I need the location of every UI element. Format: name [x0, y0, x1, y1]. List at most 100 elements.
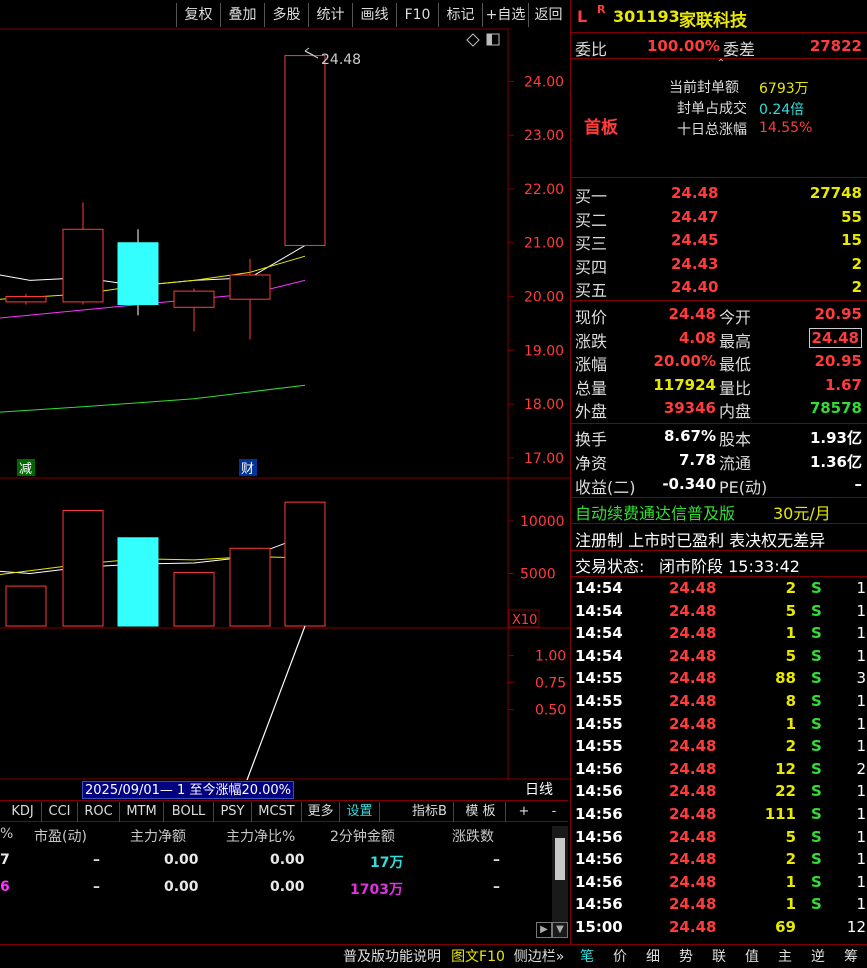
tick-price: 24.48	[669, 895, 717, 914]
chart-corner-icons[interactable]	[466, 33, 500, 47]
col-change-count[interactable]: 涨跌数	[452, 826, 494, 846]
table-row[interactable]: 7 – 0.00 0.00 17万 –	[0, 852, 545, 874]
tab-mcst[interactable]: MCST	[252, 802, 302, 822]
tab-settings[interactable]: 设置	[340, 802, 380, 822]
bid-row[interactable]: 买一 24.48 27748	[571, 182, 867, 206]
tab-roc[interactable]: ROC	[78, 802, 120, 822]
seal-amount-label: 当前封单额	[669, 80, 739, 96]
indicator-tick-label: 0.50	[535, 703, 566, 719]
tab-ticks[interactable]: 笔	[572, 947, 602, 967]
col-pct[interactable]: %	[0, 826, 13, 842]
list-item[interactable]: 14:55 24.48 8 S 1	[571, 691, 867, 713]
list-item[interactable]: 14:56 24.48 2 S 1	[571, 849, 867, 871]
price-tick-label: 24.00	[524, 74, 564, 90]
list-item[interactable]: 14:56 24.48 111 S 1	[571, 804, 867, 826]
list-item[interactable]: 14:54 24.48 5 S 1	[571, 646, 867, 668]
bid-row[interactable]: 买五 24.40 2	[571, 276, 867, 300]
tab-template[interactable]: 模 板	[456, 802, 506, 822]
tick-price: 24.48	[669, 872, 717, 891]
weicha-value: 27822	[809, 37, 862, 55]
list-item[interactable]: 14:54 24.48 5 S 1	[571, 601, 867, 623]
fuquan-button[interactable]: 复权	[176, 3, 220, 27]
tab-reverse[interactable]: 逆	[803, 947, 833, 967]
list-item[interactable]: 14:56 24.48 22 S 1	[571, 781, 867, 803]
scroll-down-icon[interactable]: ▼	[552, 922, 568, 938]
table-row[interactable]: 6 – 0.00 0.00 1703万 –	[0, 879, 545, 901]
list-item[interactable]: 14:55 24.48 2 S 1	[571, 736, 867, 758]
stat-row: 涨幅 20.00% 最低 20.95	[571, 350, 867, 374]
indicator-line	[246, 625, 306, 780]
tab-kdj[interactable]: KDJ	[4, 802, 42, 822]
stat-value: 1.67	[824, 375, 862, 394]
tab-link[interactable]: 联	[704, 947, 734, 967]
sidebar-toggle[interactable]: 侧边栏»	[508, 947, 570, 967]
add-watchlist-button[interactable]: +自选	[482, 3, 528, 27]
tab-minus[interactable]: -	[542, 802, 566, 822]
tick-price: 24.48	[669, 669, 717, 688]
state-value: 闭市阶段 15:33:42	[659, 557, 800, 576]
tick-time: 14:56	[575, 782, 623, 801]
bottom-bar: 普及版功能说明 图文F10 侧边栏» 笔 价 细 势 联 值 主 逆 筹	[0, 944, 867, 968]
tab-indicator-b[interactable]: 指标B	[406, 802, 454, 822]
scroll-right-icon[interactable]: ▶	[536, 922, 552, 938]
volume-bar	[229, 547, 271, 627]
mark-button[interactable]: 标记	[438, 3, 482, 27]
tab-cci[interactable]: CCI	[42, 802, 78, 822]
list-item[interactable]: 14:56 24.48 1 S 1	[571, 872, 867, 894]
bid-label: 买二	[575, 210, 608, 230]
bid-label: 买五	[575, 281, 608, 300]
scrollbar-thumb[interactable]	[555, 838, 565, 880]
list-item[interactable]: 14:56 24.48 5 S 1	[571, 827, 867, 849]
statistics-button[interactable]: 统计	[308, 3, 352, 27]
event-markers[interactable]: 减 财	[17, 459, 257, 477]
bid-row[interactable]: 买三 24.45 15	[571, 229, 867, 253]
row-change: –	[493, 852, 500, 868]
multi-stock-button[interactable]: 多股	[264, 3, 308, 27]
reduce-marker-label: 减	[19, 462, 32, 477]
tab-mtm[interactable]: MTM	[120, 802, 164, 822]
f10-text-link[interactable]: 图文F10	[448, 947, 508, 967]
tick-count: 1	[856, 737, 866, 756]
list-item[interactable]: 14:55 24.48 1 S 1	[571, 714, 867, 736]
list-item[interactable]: 14:56 24.48 1 S 1	[571, 894, 867, 916]
feature-help-link[interactable]: 普及版功能说明	[336, 947, 448, 967]
list-item[interactable]: 14:54 24.48 2 S 1	[571, 578, 867, 600]
tab-price[interactable]: 价	[605, 947, 635, 967]
tick-time: 14:56	[575, 895, 623, 914]
kline-chart[interactable]: 24.00 23.00 22.00 21.00 20.00 19.00 18.00 17.00…	[0, 28, 570, 780]
tick-price: 24.48	[669, 714, 717, 733]
promo-row[interactable]: 自动续费通达信普及版 30元/月	[571, 499, 867, 523]
stat-value: 24.48	[808, 327, 862, 348]
tab-trend[interactable]: 势	[671, 947, 701, 967]
tick-time: 14:55	[575, 692, 623, 710]
tab-boll[interactable]: BOLL	[164, 802, 214, 822]
tab-psy[interactable]: PSY	[214, 802, 252, 822]
list-item[interactable]: 14:54 24.48 1 S 1	[571, 623, 867, 645]
tab-main[interactable]: 主	[770, 947, 800, 967]
bottom-table-header: % 市盈(动) 主力净额 主力净比% 2分钟金额 涨跌数	[0, 824, 545, 848]
col-amount[interactable]: 2分钟金额	[330, 826, 395, 846]
tab-plus[interactable]: +	[512, 802, 536, 822]
list-item[interactable]: 15:00 24.48 69 12	[571, 917, 867, 939]
tab-chips[interactable]: 筹	[836, 947, 866, 967]
bid-row[interactable]: 买二 24.47 55	[571, 206, 867, 230]
draw-line-button[interactable]: 画线	[352, 3, 396, 27]
list-item[interactable]: 14:56 24.48 12 S 2	[571, 759, 867, 781]
tab-detail[interactable]: 细	[638, 947, 668, 967]
back-button[interactable]: 返回	[528, 3, 568, 27]
period-label[interactable]: 日线	[509, 781, 569, 799]
collapse-icon[interactable]: ⌃	[691, 59, 751, 69]
tab-value[interactable]: 值	[737, 947, 767, 967]
board-label: 首板	[584, 118, 618, 138]
col-ratio[interactable]: 主力净比%	[226, 826, 295, 846]
volume-bar	[62, 509, 104, 627]
f10-button[interactable]: F10	[396, 3, 438, 27]
bid-row[interactable]: 买四 24.43 2	[571, 253, 867, 277]
overlay-button[interactable]: 叠加	[220, 3, 264, 27]
col-pe[interactable]: 市盈(动)	[34, 826, 87, 846]
tab-more[interactable]: 更多	[302, 802, 340, 822]
col-net[interactable]: 主力净额	[130, 826, 186, 846]
bid-volume: 2	[851, 278, 862, 296]
row-c0: 7	[0, 852, 10, 868]
list-item[interactable]: 14:55 24.48 88 S 3	[571, 668, 867, 690]
